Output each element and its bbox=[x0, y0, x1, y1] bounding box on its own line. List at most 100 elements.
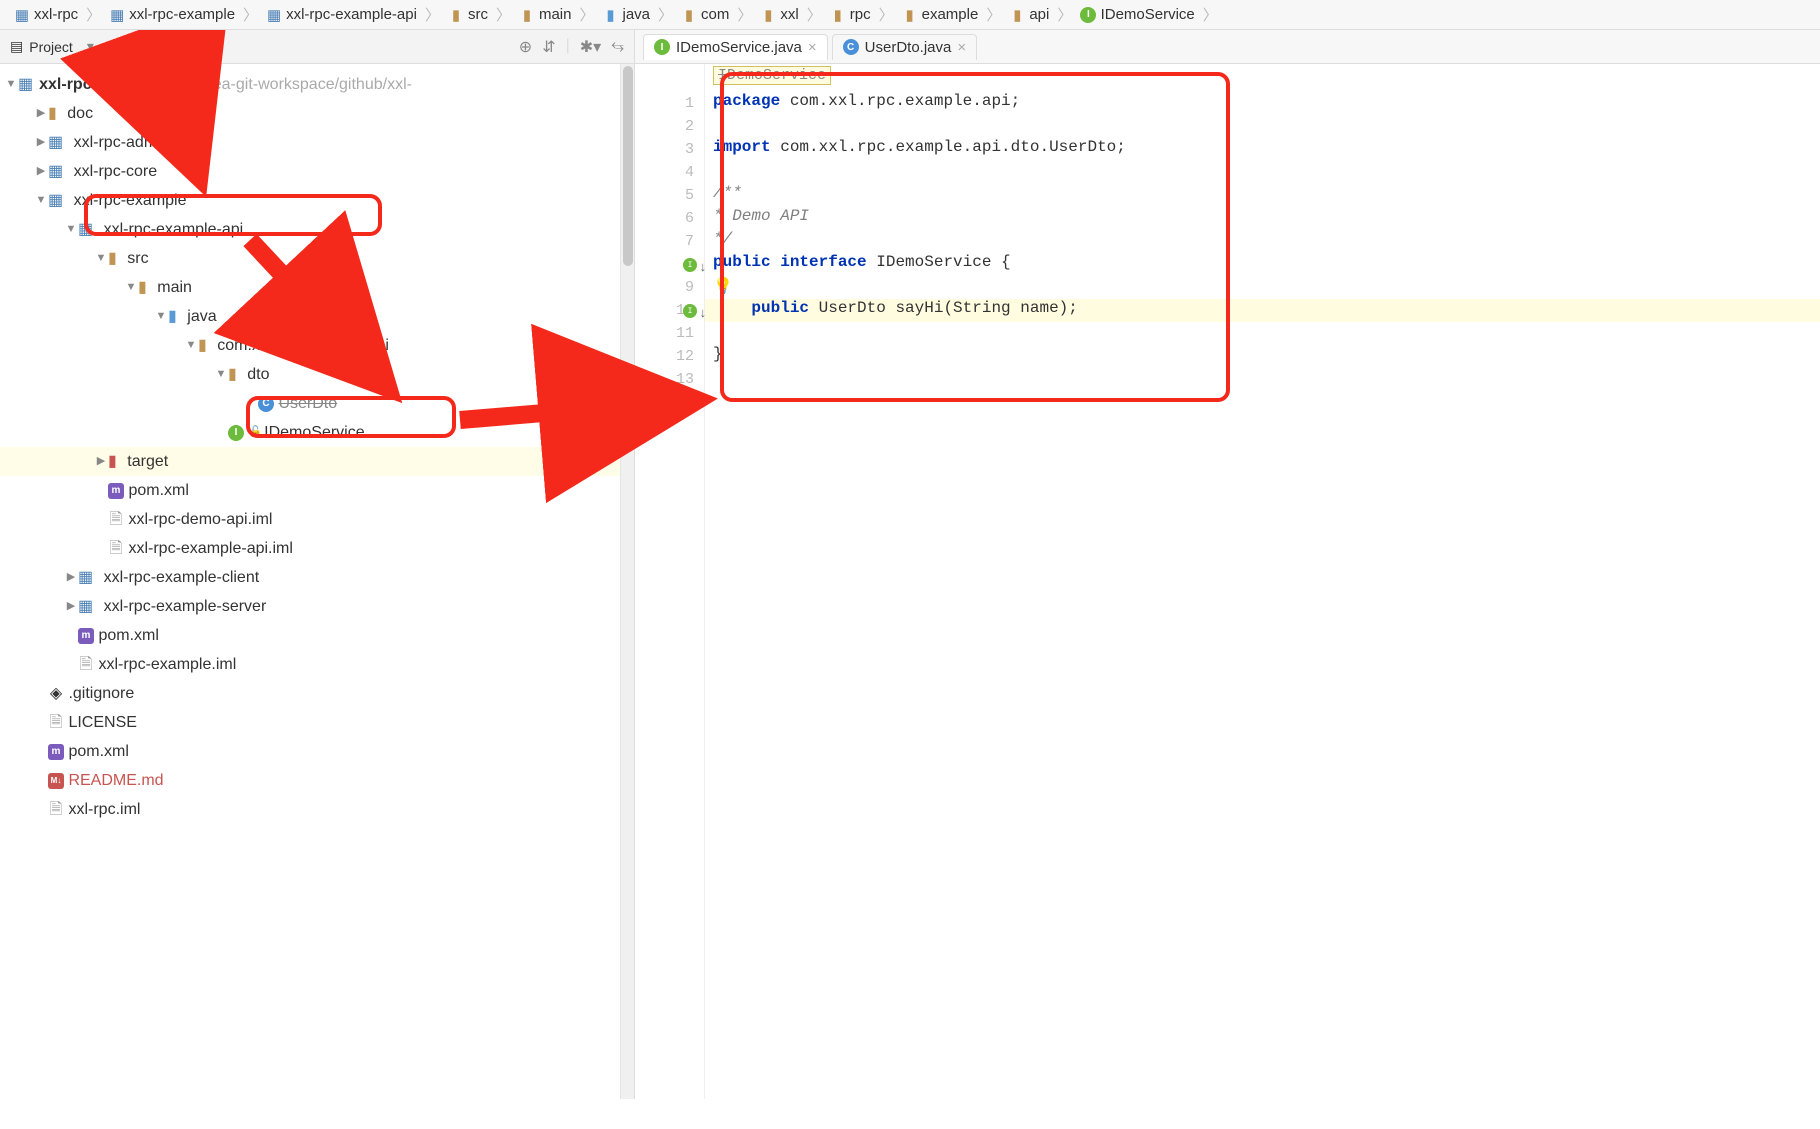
tab-userdto[interactable]: C UserDto.java × bbox=[832, 34, 977, 60]
tree-row-xxl-rpc-example-api[interactable]: ▼▦ xxl-rpc-example-api bbox=[0, 215, 620, 244]
line-number[interactable]: 12 bbox=[635, 345, 704, 368]
expand-arrow[interactable]: ▶ bbox=[34, 128, 48, 157]
tree-row-java[interactable]: ▼▮ java bbox=[0, 302, 620, 331]
crumb-7[interactable]: ▮xxl bbox=[754, 4, 804, 25]
tree-row-readme-md[interactable]: M↓ README.md bbox=[0, 766, 620, 795]
code-line-2[interactable] bbox=[705, 115, 1820, 138]
code-line-6[interactable]: * Demo API bbox=[705, 207, 1820, 230]
crumb-9[interactable]: ▮example bbox=[896, 4, 985, 25]
tree-row-com-xxl-rpc-example-api[interactable]: ▼▮ com.xxl.rpc.example.api bbox=[0, 331, 620, 360]
code-line-12[interactable]: } bbox=[705, 345, 1820, 368]
tree-row-pom-xml[interactable]: m pom.xml bbox=[0, 621, 620, 650]
gutter-marker-icon[interactable]: I bbox=[683, 304, 697, 318]
crumb-2[interactable]: ▦xxl-rpc-example-api bbox=[260, 4, 423, 25]
crumb-0[interactable]: ▦xxl-rpc bbox=[8, 4, 84, 25]
project-panel: ▤ Project ▾ ⊕ ⇵ | ✱▾ ⥃ ▼ ▦ xxl-rpc ~/wor… bbox=[0, 30, 635, 1099]
expand-arrow[interactable]: ▼ bbox=[64, 215, 78, 244]
line-number[interactable]: 4 bbox=[635, 161, 704, 184]
project-scrollbar[interactable] bbox=[620, 64, 634, 1099]
line-number[interactable]: 7 bbox=[635, 230, 704, 253]
expand-arrow[interactable]: ▼ bbox=[184, 331, 198, 360]
crumb-11[interactable]: I IDemoService bbox=[1074, 4, 1200, 25]
expand-arrow[interactable]: ▶ bbox=[64, 563, 78, 592]
crumb-6[interactable]: ▮com bbox=[675, 4, 735, 25]
tree-row-xxl-rpc-example[interactable]: ▼▦ xxl-rpc-example bbox=[0, 186, 620, 215]
view-dropdown[interactable]: ▾ bbox=[87, 38, 94, 55]
code-line-8[interactable]: public interface IDemoService { bbox=[705, 253, 1820, 276]
tree-row-dto[interactable]: ▼▮ dto bbox=[0, 360, 620, 389]
crumb-1[interactable]: ▦xxl-rpc-example bbox=[103, 4, 241, 25]
tree-row-xxl-rpc-example-iml[interactable]: 🗎 xxl-rpc-example.iml bbox=[0, 650, 620, 679]
expand-arrow[interactable]: ▼ bbox=[4, 70, 18, 99]
tree-root[interactable]: ▼ ▦ xxl-rpc ~/workspaces/idea-git-worksp… bbox=[0, 70, 620, 99]
line-number[interactable]: 6 bbox=[635, 207, 704, 230]
line-number[interactable]: 3 bbox=[635, 138, 704, 161]
code-line-9[interactable]: 💡 bbox=[705, 276, 1820, 299]
tree-row-xxl-rpc-admin[interactable]: ▶▦ xxl-rpc-admin bbox=[0, 128, 620, 157]
code-line-5[interactable]: /** bbox=[705, 184, 1820, 207]
tree-row-target[interactable]: ▶▮ target bbox=[0, 447, 620, 476]
token: public bbox=[751, 299, 818, 317]
expand-arrow[interactable]: ▼ bbox=[34, 186, 48, 215]
crumb-5[interactable]: ▮java bbox=[597, 4, 657, 25]
editor-body[interactable]: 1234567I↓89I↓10111213 IDemoService packa… bbox=[635, 64, 1820, 1099]
tree-row-userdto[interactable]: C UserDto bbox=[0, 389, 620, 418]
locate-icon[interactable]: ⊕ bbox=[519, 37, 532, 57]
line-number[interactable]: 11 bbox=[635, 322, 704, 345]
editor-gutter[interactable]: 1234567I↓89I↓10111213 bbox=[635, 64, 705, 1099]
line-number[interactable]: I↓8 bbox=[635, 253, 704, 276]
tree-item-label: com.xxl.rpc.example.api bbox=[217, 331, 389, 360]
gear-icon[interactable]: ✱▾ bbox=[580, 37, 601, 57]
crumb-3[interactable]: ▮src bbox=[442, 4, 494, 25]
tree-row-xxl-rpc-example-server[interactable]: ▶▦ xxl-rpc-example-server bbox=[0, 592, 620, 621]
tree-row-license[interactable]: 🗎 LICENSE bbox=[0, 708, 620, 737]
project-tree[interactable]: ▼ ▦ xxl-rpc ~/workspaces/idea-git-worksp… bbox=[0, 64, 620, 1099]
line-number[interactable]: 1 bbox=[635, 92, 704, 115]
expand-arrow[interactable]: ▼ bbox=[94, 244, 108, 273]
line-number[interactable]: 2 bbox=[635, 115, 704, 138]
expand-arrow[interactable]: ▼ bbox=[124, 273, 138, 302]
tree-row--gitignore[interactable]: ◈ .gitignore bbox=[0, 679, 620, 708]
line-number[interactable]: 9 bbox=[635, 276, 704, 299]
tree-row-src[interactable]: ▼▮ src bbox=[0, 244, 620, 273]
code-line-11[interactable] bbox=[705, 322, 1820, 345]
code-content[interactable]: IDemoService package com.xxl.rpc.example… bbox=[705, 64, 1820, 1099]
code-line-1[interactable]: package com.xxl.rpc.example.api; bbox=[705, 92, 1820, 115]
hide-icon[interactable]: ⥃ bbox=[611, 37, 624, 57]
scrollbar-thumb[interactable] bbox=[623, 66, 633, 266]
tree-row-main[interactable]: ▼▮ main bbox=[0, 273, 620, 302]
code-line-4[interactable] bbox=[705, 161, 1820, 184]
tree-row-pom-xml[interactable]: m pom.xml bbox=[0, 737, 620, 766]
crumb-8[interactable]: ▮rpc bbox=[824, 4, 877, 25]
expand-arrow[interactable]: ▶ bbox=[94, 447, 108, 476]
tree-row-doc[interactable]: ▶▮ doc bbox=[0, 99, 620, 128]
tree-row-xxl-rpc-core[interactable]: ▶▦ xxl-rpc-core bbox=[0, 157, 620, 186]
close-icon[interactable]: × bbox=[808, 39, 817, 56]
expand-arrow[interactable]: ▶ bbox=[34, 99, 48, 128]
tree-row-idemoservice[interactable]: I 🔓IDemoService bbox=[0, 418, 620, 447]
expand-arrow[interactable]: ▶ bbox=[34, 157, 48, 186]
code-line-13[interactable] bbox=[705, 368, 1820, 391]
expand-arrow[interactable]: ▶ bbox=[64, 592, 78, 621]
gutter-marker-icon[interactable]: I bbox=[683, 258, 697, 272]
close-icon[interactable]: × bbox=[957, 39, 966, 56]
tab-idemoservice[interactable]: I IDemoService.java × bbox=[643, 34, 828, 60]
intention-bulb-icon[interactable]: 💡 bbox=[713, 276, 731, 294]
crumb-10[interactable]: ▮api bbox=[1003, 4, 1055, 25]
tree-row-xxl-rpc-iml[interactable]: 🗎 xxl-rpc.iml bbox=[0, 795, 620, 824]
editor-area: I IDemoService.java × C UserDto.java × 1… bbox=[635, 30, 1820, 1099]
tree-row-xxl-rpc-example-client[interactable]: ▶▦ xxl-rpc-example-client bbox=[0, 563, 620, 592]
expand-arrow[interactable]: ▼ bbox=[154, 302, 168, 331]
code-line-10[interactable]: public UserDto sayHi(String name); bbox=[705, 299, 1820, 322]
line-number[interactable]: 5 bbox=[635, 184, 704, 207]
expand-arrow[interactable]: ▼ bbox=[214, 360, 228, 389]
tree-row-pom-xml[interactable]: m pom.xml bbox=[0, 476, 620, 505]
crumb-4[interactable]: ▮main bbox=[513, 4, 578, 25]
code-line-7[interactable]: */ bbox=[705, 230, 1820, 253]
code-line-3[interactable]: import com.xxl.rpc.example.api.dto.UserD… bbox=[705, 138, 1820, 161]
tree-row-xxl-rpc-example-api-iml[interactable]: 🗎 xxl-rpc-example-api.iml bbox=[0, 534, 620, 563]
collapse-icon[interactable]: ⇵ bbox=[542, 37, 555, 57]
line-number[interactable]: I↓10 bbox=[635, 299, 704, 322]
line-number[interactable]: 13 bbox=[635, 368, 704, 391]
tree-row-xxl-rpc-demo-api-iml[interactable]: 🗎 xxl-rpc-demo-api.iml bbox=[0, 505, 620, 534]
